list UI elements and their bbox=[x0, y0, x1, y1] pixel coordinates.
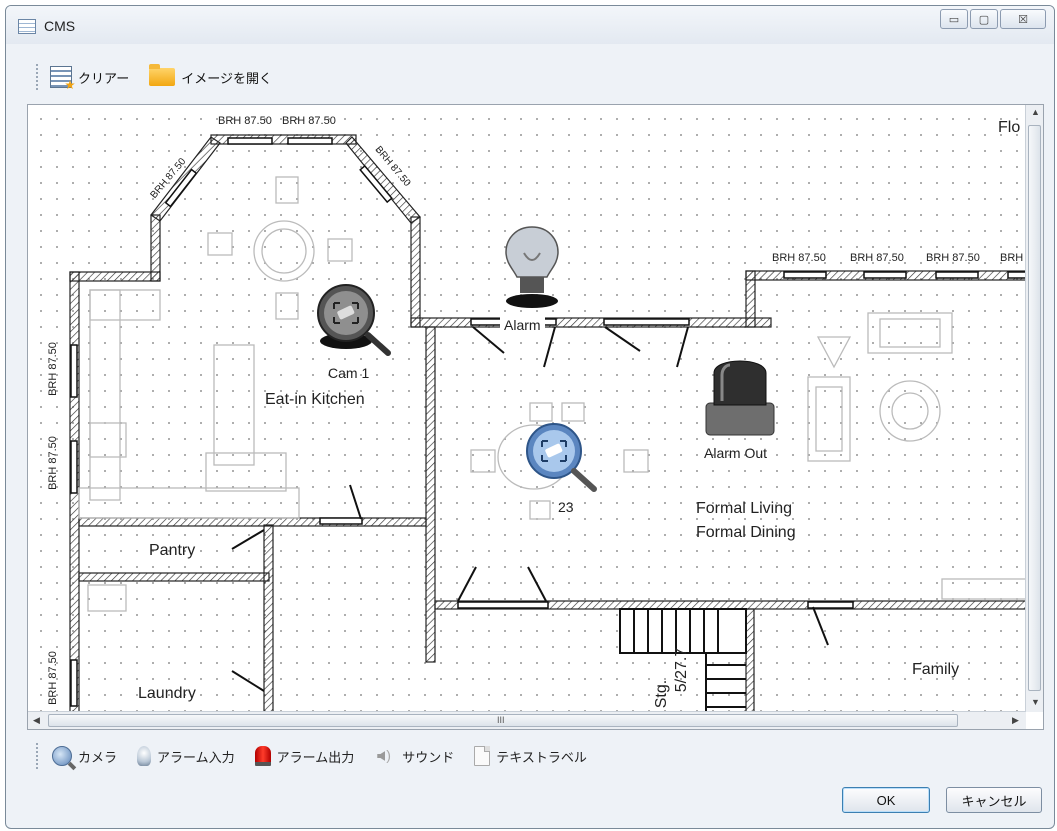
palette-alarm-input-label: アラーム入力 bbox=[157, 749, 235, 765]
floorplan-drawing bbox=[69, 134, 1026, 712]
floorplan-canvas[interactable]: BRH 87.50 BRH 87.50 BRH 87.50 BRH 87.50 … bbox=[27, 104, 1044, 730]
camera-icon bbox=[52, 746, 72, 766]
room-label-living: Formal Living bbox=[696, 500, 793, 517]
scroll-left-icon[interactable]: ◀ bbox=[33, 715, 40, 726]
maximize-button[interactable]: ▢ bbox=[970, 9, 998, 29]
palette-sound[interactable]: サウンド bbox=[374, 747, 454, 766]
alarm-label: Alarm bbox=[500, 317, 545, 333]
title-bar[interactable]: CMS ▭ ▢ ☒ bbox=[6, 6, 1054, 44]
app-icon bbox=[18, 19, 36, 34]
palette-alarm-output-label: アラーム出力 bbox=[276, 749, 355, 765]
palette-text-label-label: テキストラベル bbox=[496, 749, 587, 765]
clear-button[interactable]: クリアー bbox=[50, 66, 129, 88]
toolbar: クリアー イメージを開く bbox=[50, 61, 292, 93]
scroll-right-icon[interactable]: ▶ bbox=[1012, 715, 1019, 726]
palette-text-label[interactable]: テキストラベル bbox=[474, 746, 587, 766]
scroll-grip: III bbox=[497, 715, 505, 725]
room-label-laundry: Laundry bbox=[138, 685, 196, 702]
camera-label: Cam 1 bbox=[328, 365, 370, 381]
camera-label: 23 bbox=[558, 499, 574, 515]
open-image-label: イメージを開く bbox=[181, 70, 272, 86]
room-label-stg-dims: 5/27.7 bbox=[673, 647, 691, 693]
floorplan[interactable]: BRH 87.50 BRH 87.50 BRH 87.50 BRH 87.50 … bbox=[28, 105, 1026, 712]
vertical-scroll-thumb[interactable] bbox=[1028, 125, 1041, 691]
room-label-pantry: Pantry bbox=[149, 542, 196, 559]
room-label-floor: Flo bbox=[998, 119, 1021, 136]
scroll-down-icon[interactable]: ▼ bbox=[1031, 697, 1040, 707]
palette-sound-label: サウンド bbox=[402, 749, 455, 765]
clear-label: クリアー bbox=[78, 70, 130, 86]
alarm-out-label: Alarm Out bbox=[704, 445, 768, 461]
room-label-family: Family bbox=[912, 661, 960, 678]
horizontal-scrollbar[interactable]: ◀ III ▶ bbox=[28, 711, 1026, 729]
window-label: BRH 87.50 bbox=[46, 436, 59, 490]
open-image-button[interactable]: イメージを開く bbox=[149, 64, 272, 87]
camera-device-cam1[interactable]: Cam 1 bbox=[316, 277, 396, 387]
window-label: BRH bbox=[1000, 252, 1024, 264]
minimize-button[interactable]: ▭ bbox=[940, 9, 968, 29]
window-label: BRH 87.50 bbox=[282, 115, 336, 127]
cancel-button[interactable]: キャンセル bbox=[946, 787, 1042, 813]
room-label-dining: Formal Dining bbox=[696, 524, 796, 541]
toolbar-grip[interactable] bbox=[36, 64, 40, 90]
window-label: BRH 87.50 bbox=[218, 115, 272, 127]
palette-alarm-output[interactable]: アラーム出力 bbox=[254, 746, 355, 766]
horizontal-scroll-thumb[interactable]: III bbox=[48, 714, 958, 727]
bulb-icon bbox=[505, 226, 559, 308]
clear-icon bbox=[50, 66, 72, 88]
siren-icon bbox=[705, 360, 775, 436]
speaker-icon bbox=[374, 747, 396, 765]
window-label: BRH 87.50 bbox=[926, 252, 980, 264]
palette-alarm-input[interactable]: アラーム入力 bbox=[137, 746, 235, 766]
camera-icon bbox=[317, 284, 391, 356]
ok-button[interactable]: OK bbox=[842, 787, 930, 813]
camera-device-23[interactable]: 23 bbox=[524, 419, 604, 519]
folder-icon bbox=[149, 64, 176, 86]
alarm-input-device[interactable]: Alarm bbox=[500, 223, 570, 333]
close-button[interactable]: ☒ bbox=[1000, 9, 1046, 29]
camera-icon bbox=[526, 423, 597, 492]
room-label-kitchen: Eat-in Kitchen bbox=[265, 391, 365, 408]
window-title: CMS bbox=[44, 18, 76, 34]
scroll-up-icon[interactable]: ▲ bbox=[1031, 107, 1040, 117]
window-label: BRH 87.50 bbox=[772, 252, 826, 264]
palette-camera[interactable]: カメラ bbox=[52, 746, 117, 766]
document-icon bbox=[474, 746, 491, 766]
bulb-icon bbox=[137, 746, 152, 766]
palette-camera-label: カメラ bbox=[78, 749, 118, 765]
siren-icon bbox=[254, 746, 271, 766]
window-label: BRH 87.50 bbox=[850, 252, 904, 264]
device-palette: カメラ アラーム入力 アラーム出力 サウンド テキストラベル bbox=[52, 740, 607, 772]
window-label: BRH 87.50 bbox=[46, 651, 59, 705]
alarm-output-device[interactable]: Alarm Out bbox=[700, 351, 790, 463]
vertical-scrollbar[interactable]: ▲ ▼ bbox=[1025, 105, 1043, 712]
window-label: BRH 87.50 bbox=[46, 342, 59, 396]
room-label-stg: Stg. bbox=[653, 679, 671, 709]
palette-grip[interactable] bbox=[36, 743, 40, 769]
